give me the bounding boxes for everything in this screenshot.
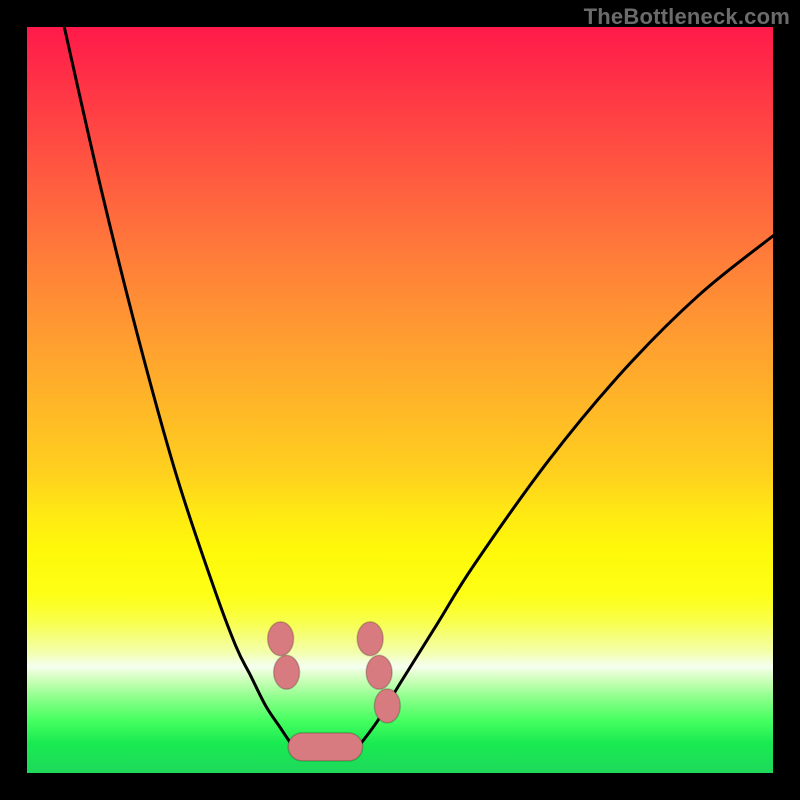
marker-right-2 [374,689,400,723]
marker-right-1 [366,655,392,689]
left-curve [64,27,295,751]
marker-left-0 [268,622,294,656]
marker-right-0 [357,622,383,656]
right-curve [355,236,773,751]
chart-svg [27,27,773,773]
marker-left-1 [274,655,300,689]
marker-bottom-bar [288,733,363,761]
